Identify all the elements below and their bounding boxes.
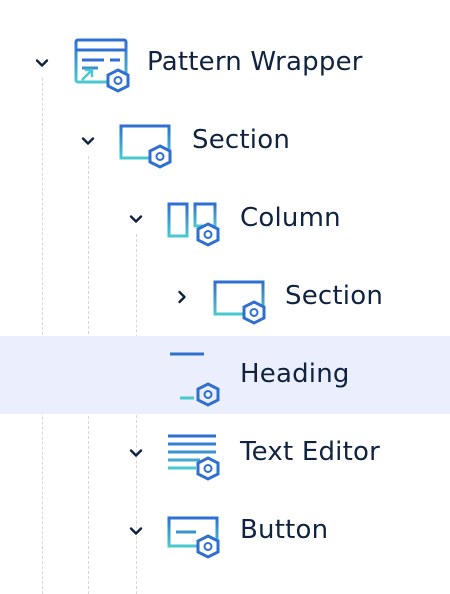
tree-item-label: Pattern Wrapper: [147, 47, 363, 77]
text-editor-icon: [166, 430, 226, 482]
chevron-down-icon[interactable]: [126, 521, 146, 541]
chevron-down-icon[interactable]: [126, 443, 146, 463]
section-icon: [212, 274, 272, 326]
button-icon: [166, 508, 226, 560]
navigator-tree: Pattern Wrapper Section Column Section H…: [0, 0, 450, 594]
pattern-wrapper-icon: [72, 38, 132, 93]
tree-item-button[interactable]: Button: [0, 492, 450, 570]
chevron-down-icon[interactable]: [32, 53, 52, 73]
tree-item-text-editor[interactable]: Text Editor: [0, 414, 450, 492]
chevron-right-icon[interactable]: [172, 287, 192, 307]
tree-item-label: Heading: [240, 359, 350, 389]
section-icon: [118, 118, 178, 170]
chevron-down-icon[interactable]: [78, 131, 98, 151]
tree-item-section[interactable]: Section: [0, 102, 450, 180]
tree-item-column[interactable]: Column: [0, 180, 450, 258]
tree-item-label: Section: [285, 281, 383, 311]
tree-item-label: Section: [192, 125, 290, 155]
tree-item-section-nested[interactable]: Section: [0, 258, 450, 336]
tree-item-label: Text Editor: [240, 437, 380, 467]
tree-item-pattern-wrapper[interactable]: Pattern Wrapper: [0, 24, 450, 102]
column-icon: [166, 196, 226, 248]
chevron-down-icon[interactable]: [126, 209, 146, 229]
tree-item-label: Button: [240, 515, 329, 545]
tree-item-heading[interactable]: Heading: [0, 336, 450, 414]
tree-item-label: Column: [240, 203, 341, 233]
heading-icon: [166, 352, 226, 407]
